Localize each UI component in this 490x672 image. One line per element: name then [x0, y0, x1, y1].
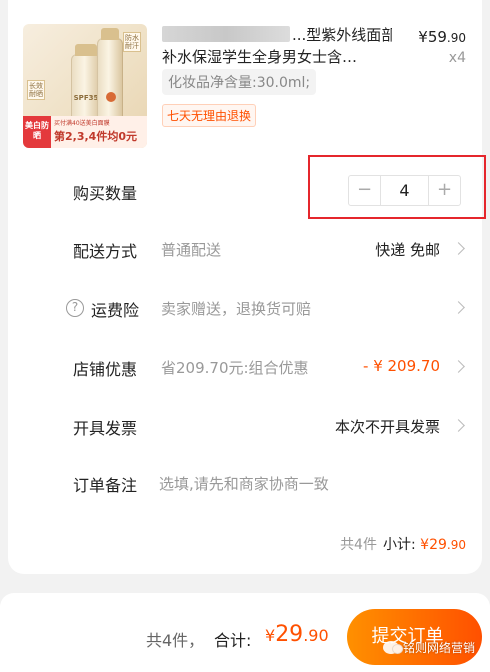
long-lasting-tag: 长效耐晒 — [27, 80, 45, 100]
watermark-text: 铭则网络营销 — [403, 641, 476, 655]
total-count: 共4件， — [146, 631, 205, 650]
product-title-line1: ...型紫外线面部 — [292, 26, 392, 44]
product-title-line2: 补水保湿学生全身男女士含… — [162, 48, 358, 66]
subtotal-count: 共4件 — [340, 537, 377, 553]
invoice-label: 开具发票 — [73, 419, 138, 438]
discount-sub: 省209.70元:组合优惠 — [161, 359, 309, 377]
total-label: 合计: — [214, 631, 252, 650]
waterproof-tag: 防水耐汗 — [123, 32, 141, 52]
bottle-spf-text: SPF35 — [73, 94, 99, 102]
subtotal-amount: ¥29.90 — [420, 537, 466, 553]
discount-value[interactable]: - ¥ 209.70 — [363, 357, 440, 375]
quantity-label: 购买数量 — [73, 184, 138, 203]
invoice-value[interactable]: 本次不开具发票 — [335, 416, 440, 437]
delivery-value[interactable]: 快递 免邮 — [375, 239, 440, 260]
delivery-label: 配送方式 — [73, 242, 138, 261]
return-policy-tag: 七天无理由退换 — [162, 104, 257, 127]
whitening-badge: 美白防晒 — [23, 116, 51, 148]
subtotal: 共4件 小计: ¥29.90 — [340, 534, 466, 554]
question-icon[interactable]: ? — [66, 299, 84, 317]
product-title[interactable]: ...型紫外线面部 补水保湿学生全身男女士含… — [162, 24, 392, 68]
unit-price: ¥59.90 — [418, 28, 466, 46]
promo-strip: 买付满40送美白面膜 第2,3,4件均0元 — [51, 116, 147, 148]
redacted-text — [162, 26, 290, 42]
product-image[interactable]: SPF35 防水耐汗 长效耐晒 美白防晒 买付满40送美白面膜 第2,3,4件均… — [23, 24, 147, 148]
sku-spec[interactable]: 化妆品净含量:30.0ml; — [162, 69, 317, 95]
wechat-watermark-icon — [383, 641, 403, 654]
highlight-annotation — [308, 155, 486, 219]
promo-big-text: 第2,3,4件均0元 — [54, 130, 137, 143]
watermark: 铭则网络营销 — [383, 639, 475, 656]
sun-logo-icon — [106, 92, 116, 102]
delivery-sub: 普通配送 — [161, 241, 222, 259]
submit-order-button[interactable]: 提交订单 — [347, 609, 482, 665]
note-input[interactable]: 选填,请先和商家协商一致 — [159, 473, 329, 494]
subtotal-label: 小计: — [382, 537, 416, 553]
promo-small-text: 买付满40送美白面膜 — [54, 120, 110, 127]
discount-label: 店铺优惠 — [73, 360, 138, 379]
item-quantity: x4 — [448, 50, 466, 66]
total-amount: ¥29.90 — [265, 622, 329, 647]
insurance-sub: 卖家赠送，退换货可赔 — [161, 300, 312, 318]
note-label: 订单备注 — [73, 476, 138, 495]
insurance-label: 运费险 — [91, 301, 140, 320]
